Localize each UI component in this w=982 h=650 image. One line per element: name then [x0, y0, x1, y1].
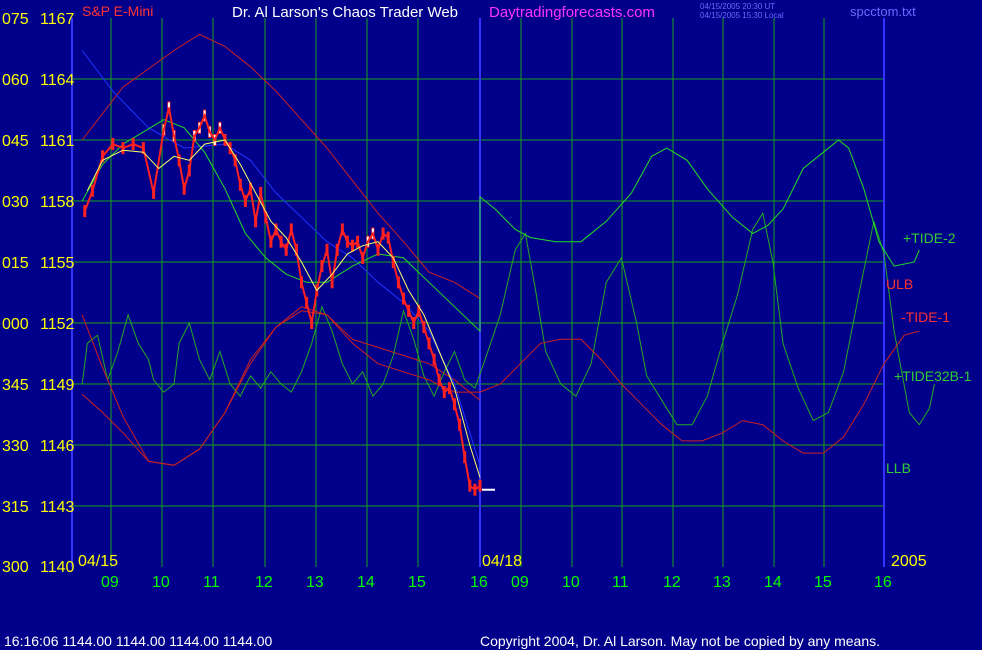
x-hour-label: 13 — [713, 574, 731, 591]
x-hour-label: 16 — [470, 574, 488, 591]
tide1-series-line — [81, 306, 920, 466]
y-tick-label-left: 060 — [2, 72, 29, 89]
y-tick-label-right: 1143 — [40, 499, 75, 516]
x-hour-label: 14 — [357, 574, 375, 591]
label-llb: LLB — [886, 460, 911, 476]
x-hour-label: 09 — [511, 574, 529, 591]
y-tick-label-right: 1167 — [40, 11, 75, 28]
y-tick-label-right: 1161 — [40, 133, 75, 150]
moving-average-line — [86, 139, 481, 478]
upper-channel-line — [81, 33, 481, 300]
instrument-label: S&P E-Mini — [82, 3, 153, 19]
copyright-notice: Copyright 2004, Dr. Al Larson. May not b… — [480, 633, 880, 649]
page-title: Dr. Al Larson's Chaos Trader Web — [232, 4, 458, 21]
series-layer — [81, 33, 935, 496]
date-label-0418: 04/18 — [482, 553, 522, 570]
y-tick-label-left: 030 — [2, 194, 29, 211]
y-tick-label-left: 015 — [2, 255, 29, 272]
x-hour-label: 15 — [814, 574, 832, 591]
y-tick-label-right: 1164 — [40, 72, 75, 89]
trend-line — [81, 50, 481, 466]
timestamp-ut: 04/15/2005 20:30 UT — [700, 2, 775, 11]
chart-window: 075 1167 060 1164 045 1161 030 1158 015 1155 000 11… — [0, 0, 982, 650]
x-hour-label: 11 — [612, 574, 629, 591]
date-label-0415: 04/15 — [78, 553, 118, 570]
x-hour-label: 15 — [408, 574, 426, 591]
site-link[interactable]: Daytradingforecasts.com — [489, 4, 655, 21]
y-axis-ticks: 075 1167 060 1164 045 1161 030 1158 015 1155 000 11… — [2, 11, 75, 576]
x-hour-label: 10 — [152, 574, 170, 591]
x-hour-label: 13 — [306, 574, 324, 591]
label-ulb: ULB — [886, 276, 913, 292]
x-hour-label: 09 — [101, 574, 119, 591]
y-tick-label-right: 1152 — [40, 316, 75, 333]
label-tide1: -TIDE-1 — [901, 309, 950, 325]
tide32b-series-line — [81, 211, 935, 426]
label-tide32b: +TIDE32B-1 — [894, 368, 972, 384]
lower-channel-line — [81, 310, 481, 466]
grid — [71, 18, 885, 567]
y-tick-label-left: 300 — [2, 559, 29, 576]
y-tick-label-right: 1149 — [40, 377, 75, 394]
data-filename: spcctom.txt — [850, 4, 916, 19]
y-tick-label-left: 075 — [2, 11, 29, 28]
y-tick-label-left: 315 — [2, 499, 29, 516]
x-axis-ticks: 09 10 11 12 13 14 15 16 09 10 11 12 13 14 15 16 — [101, 574, 892, 591]
x-hour-label: 14 — [764, 574, 782, 591]
y-tick-label-right: 1140 — [40, 559, 75, 576]
y-tick-label-right: 1146 — [40, 438, 75, 455]
chart-canvas: 075 1167 060 1164 045 1161 030 1158 015 1155 000 11… — [2, 2, 972, 649]
x-hour-label: 12 — [663, 574, 681, 591]
label-tide2: +TIDE-2 — [903, 230, 956, 246]
y-tick-label-left: 345 — [2, 377, 29, 394]
status-readout: 16:16:06 1144.00 1144.00 1144.00 1144.00 — [4, 633, 273, 649]
tide2-series-line — [81, 119, 920, 333]
timestamp-local: 04/15/2005 15:30 Local — [700, 11, 784, 20]
year-label: 2005 — [891, 553, 927, 570]
y-tick-label-left: 330 — [2, 438, 29, 455]
price-line — [83, 107, 481, 491]
x-hour-label: 16 — [874, 574, 892, 591]
x-hour-label: 10 — [562, 574, 580, 591]
x-hour-label: 11 — [203, 574, 220, 591]
y-tick-label-right: 1155 — [40, 255, 75, 272]
y-tick-label-right: 1158 — [40, 194, 75, 211]
x-hour-label: 12 — [255, 574, 273, 591]
y-tick-label-left: 045 — [2, 133, 29, 150]
y-tick-label-left: 000 — [2, 316, 29, 333]
